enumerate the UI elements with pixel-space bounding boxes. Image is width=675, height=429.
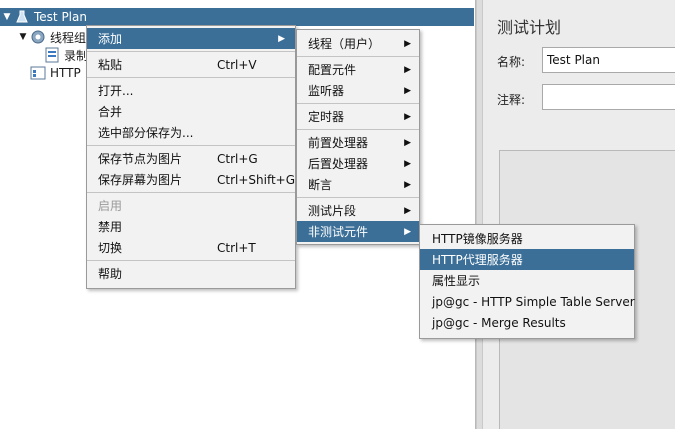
menu-separator	[297, 197, 419, 198]
name-field[interactable]: Test Plan	[542, 47, 675, 73]
submenu-item-timer[interactable]: 定时器 ▶	[297, 106, 419, 127]
submenu-item-test-fragment[interactable]: 测试片段 ▶	[297, 200, 419, 221]
tree-label-http: HTTP	[50, 66, 81, 80]
tree-node-http[interactable]: HTTP	[30, 64, 81, 82]
tree-node-recorder[interactable]: 录制	[44, 46, 88, 64]
menu-separator	[87, 145, 295, 146]
submenu-item-http-mirror-server[interactable]: HTTP镜像服务器	[420, 228, 634, 249]
test-plan-editor: 测试计划 名称: Test Plan 注释:	[483, 0, 675, 429]
tree-label-test-plan: Test Plan	[34, 10, 87, 24]
menu-separator	[297, 103, 419, 104]
menu-separator	[87, 192, 295, 193]
menu-separator	[87, 51, 295, 52]
submenu-arrow-icon: ▶	[404, 226, 411, 237]
flask-icon	[14, 9, 30, 25]
submenu-arrow-icon: ▶	[404, 85, 411, 96]
context-menu: 添加 ▶ 粘贴 Ctrl+V 打开... 合并 选中部分保存为... 保存节点为…	[86, 25, 296, 289]
submenu-arrow-icon: ▶	[404, 137, 411, 148]
menu-item-label: 粘贴	[98, 58, 123, 72]
menu-item-label: 前置处理器	[308, 136, 369, 150]
menu-item-label: 后置处理器	[308, 157, 369, 171]
menu-item-label: 启用	[98, 199, 123, 213]
menu-item-label: 保存屏幕为图片	[98, 173, 183, 187]
tree-node-test-plan[interactable]: ▼ Test Plan	[0, 8, 474, 26]
menu-item-label: 断言	[308, 178, 333, 192]
menu-item-label: 合并	[98, 105, 123, 119]
submenu-item-threads[interactable]: 线程（用户） ▶	[297, 33, 419, 54]
submenu-arrow-icon: ▶	[404, 64, 411, 75]
menu-shortcut: Ctrl+Shift+G	[217, 172, 296, 187]
split-pane-divider[interactable]	[476, 0, 483, 429]
submenu-arrow-icon: ▶	[404, 179, 411, 190]
menu-item-save-screen-image[interactable]: 保存屏幕为图片 Ctrl+Shift+G	[87, 169, 295, 190]
menu-item-open[interactable]: 打开...	[87, 80, 295, 101]
submenu-item-config-element[interactable]: 配置元件 ▶	[297, 59, 419, 80]
menu-item-disable[interactable]: 禁用	[87, 216, 295, 237]
submenu-item-assertion[interactable]: 断言 ▶	[297, 174, 419, 195]
comment-field[interactable]	[542, 84, 675, 110]
expand-icon[interactable]: ▼	[16, 32, 30, 42]
menu-separator	[297, 129, 419, 130]
submenu-item-http-proxy-server[interactable]: HTTP代理服务器	[420, 249, 634, 270]
submenu-arrow-icon: ▶	[278, 33, 285, 44]
submenu-arrow-icon: ▶	[404, 38, 411, 49]
menu-item-label: 帮助	[98, 267, 123, 281]
submenu-item-pre-processor[interactable]: 前置处理器 ▶	[297, 132, 419, 153]
menu-item-label: 属性显示	[432, 274, 481, 288]
menu-item-label: 非测试元件	[308, 225, 369, 239]
menu-item-save-selection-as[interactable]: 选中部分保存为...	[87, 122, 295, 143]
menu-item-toggle[interactable]: 切换 Ctrl+T	[87, 237, 295, 258]
comment-label: 注释:	[497, 93, 526, 107]
menu-item-label: 配置元件	[308, 63, 357, 77]
menu-shortcut: Ctrl+V	[217, 57, 257, 72]
submenu-item-property-display[interactable]: 属性显示	[420, 270, 634, 291]
menu-item-label: 打开...	[98, 84, 134, 98]
menu-separator	[87, 260, 295, 261]
menu-item-label: HTTP镜像服务器	[432, 232, 523, 246]
gear-icon	[30, 29, 46, 45]
non-test-elements-submenu: HTTP镜像服务器 HTTP代理服务器 属性显示 jp@gc - HTTP Si…	[419, 224, 635, 339]
submenu-item-non-test-elements[interactable]: 非测试元件 ▶	[297, 221, 419, 242]
menu-item-add[interactable]: 添加 ▶	[87, 28, 295, 49]
menu-item-save-node-image[interactable]: 保存节点为图片 Ctrl+G	[87, 148, 295, 169]
document-icon	[44, 47, 60, 63]
menu-item-label: 选中部分保存为...	[98, 126, 194, 140]
menu-item-label: 保存节点为图片	[98, 152, 183, 166]
expand-icon[interactable]: ▼	[0, 12, 14, 22]
menu-separator	[87, 77, 295, 78]
menu-item-label: 定时器	[308, 110, 345, 124]
add-submenu: 线程（用户） ▶ 配置元件 ▶ 监听器 ▶ 定时器 ▶ 前置处理器 ▶ 后置处理…	[296, 29, 420, 245]
http-icon	[30, 65, 46, 81]
submenu-item-listener[interactable]: 监听器 ▶	[297, 80, 419, 101]
menu-shortcut: Ctrl+T	[217, 240, 256, 255]
submenu-item-merge-results[interactable]: jp@gc - Merge Results	[420, 312, 634, 333]
menu-item-merge[interactable]: 合并	[87, 101, 295, 122]
menu-item-label: 监听器	[308, 84, 345, 98]
menu-item-label: jp@gc - Merge Results	[432, 315, 566, 330]
menu-shortcut: Ctrl+G	[217, 151, 258, 166]
menu-item-label: 测试片段	[308, 204, 357, 218]
submenu-arrow-icon: ▶	[404, 158, 411, 169]
submenu-item-http-simple-table-server[interactable]: jp@gc - HTTP Simple Table Server	[420, 291, 635, 312]
menu-item-label: jp@gc - HTTP Simple Table Server	[432, 294, 635, 309]
menu-item-label: 禁用	[98, 220, 123, 234]
menu-item-paste[interactable]: 粘贴 Ctrl+V	[87, 54, 295, 75]
menu-item-label: 添加	[98, 32, 123, 46]
panel-title: 测试计划	[497, 18, 562, 37]
name-label: 名称:	[497, 55, 526, 69]
menu-item-help[interactable]: 帮助	[87, 263, 295, 284]
menu-item-label: 线程（用户）	[308, 37, 381, 51]
menu-item-label: HTTP代理服务器	[432, 253, 523, 267]
tree-node-thread-group[interactable]: ▼ 线程组	[16, 28, 86, 46]
menu-item-label: 切换	[98, 241, 123, 255]
submenu-item-post-processor[interactable]: 后置处理器 ▶	[297, 153, 419, 174]
submenu-arrow-icon: ▶	[404, 111, 411, 122]
menu-separator	[297, 56, 419, 57]
tree-label-thread-group: 线程组	[50, 30, 87, 45]
tree-label-recorder: 录制	[64, 48, 89, 63]
menu-item-enable: 启用	[87, 195, 295, 216]
submenu-arrow-icon: ▶	[404, 205, 411, 216]
